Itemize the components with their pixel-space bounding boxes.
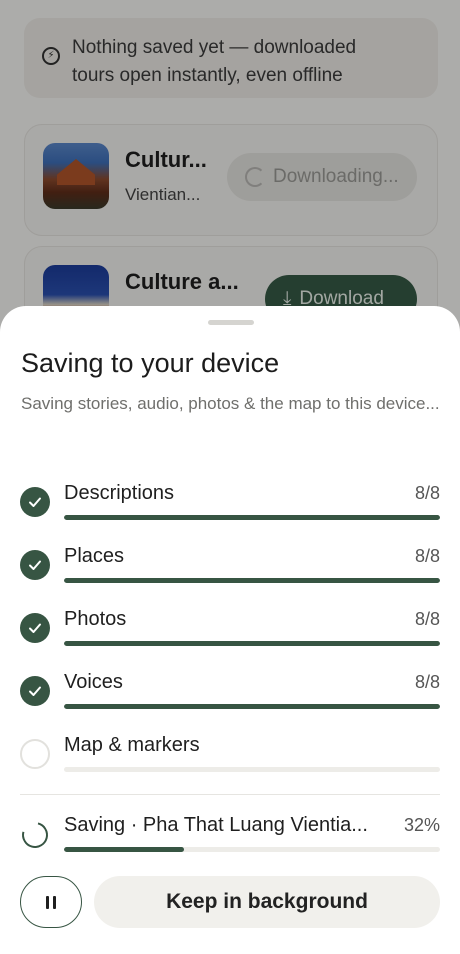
step-progress-bar	[64, 578, 440, 583]
current-saving-percent: 32%	[403, 815, 440, 835]
step-count: 8/8	[414, 609, 440, 629]
step-label: Voices	[64, 671, 123, 693]
pause-button[interactable]	[20, 876, 82, 928]
current-saving-row: Saving · Pha That Luang Vientia... 32%	[17, 806, 440, 858]
step-progress-bar	[64, 704, 440, 709]
step-label: Photos	[64, 608, 127, 630]
step-label: Descriptions	[64, 482, 175, 504]
current-saving-label: Saving · Pha That Luang Vientia...	[64, 814, 368, 836]
progress-step: Places 8/8	[20, 537, 440, 587]
step-progress-bar	[64, 767, 440, 772]
step-progress-fill	[64, 641, 440, 646]
check-icon	[20, 487, 50, 517]
current-progress-bar	[64, 847, 440, 852]
sheet-title: Saving to your device	[21, 348, 280, 378]
saving-bottom-sheet: Saving to your device Saving stories, au…	[0, 306, 460, 954]
check-icon	[20, 613, 50, 643]
progress-step: Descriptions 8/8	[20, 474, 440, 524]
progress-step: Map & markers	[20, 726, 440, 776]
step-progress-fill	[64, 515, 440, 520]
step-progress-bar	[64, 515, 440, 520]
sheet-drag-handle[interactable]	[208, 320, 254, 325]
divider	[20, 794, 440, 795]
step-count: 8/8	[414, 672, 440, 692]
progress-step: Voices 8/8	[20, 663, 440, 713]
step-count: 8/8	[414, 483, 440, 503]
pending-circle-icon	[20, 739, 50, 769]
step-label: Map & markers	[64, 734, 200, 756]
step-count: 8/8	[414, 546, 440, 566]
keep-in-background-button[interactable]: Keep in background	[94, 876, 440, 928]
step-progress-fill	[64, 578, 440, 583]
pause-icon	[46, 895, 49, 909]
step-progress-bar	[64, 641, 440, 646]
check-icon	[20, 550, 50, 580]
check-icon	[20, 676, 50, 706]
sheet-subtitle: Saving stories, audio, photos & the map …	[21, 394, 440, 413]
current-progress-fill	[64, 847, 185, 852]
progress-step: Photos 8/8	[20, 600, 440, 650]
step-progress-fill	[64, 704, 440, 709]
step-label: Places	[64, 545, 125, 567]
loading-spinner-icon	[17, 817, 53, 853]
